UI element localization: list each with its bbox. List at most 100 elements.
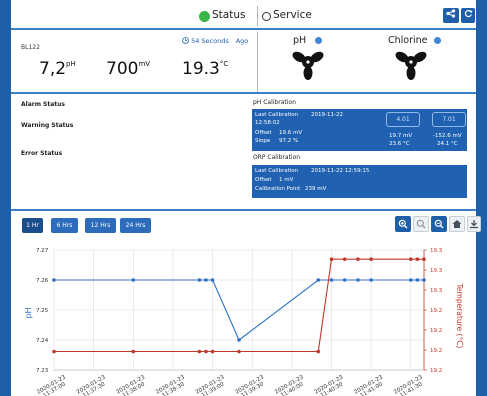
temp-value: 19.3 xyxy=(182,59,220,79)
x-tick-label: 2020-01-2311:37:30 xyxy=(76,374,110,396)
data-point-ph xyxy=(342,278,347,282)
mv-value: 700 xyxy=(106,59,139,79)
y-tick-label: 7.25 xyxy=(36,308,49,314)
data-point-temperature xyxy=(197,349,202,354)
sensor-label-ph: pH xyxy=(293,35,307,46)
buffer-4-01-button[interactable]: 4.01 xyxy=(386,112,420,127)
ph-reading: 7,2pH xyxy=(39,59,76,79)
temperature-reading: 19.3°C xyxy=(182,59,228,79)
range-button-12hrs[interactable]: 12 Hrs xyxy=(85,218,116,233)
ph-value: 7,2 xyxy=(39,59,67,79)
x-tick-label: 2020-01-2311:41:30 xyxy=(393,374,427,396)
ph-last-calibration-label: Last Calibration xyxy=(255,112,299,118)
pump-icon xyxy=(292,51,324,80)
mv-unit: mV xyxy=(138,60,151,68)
data-point-ph xyxy=(415,278,420,282)
warning-status-label: Warning Status xyxy=(21,122,74,129)
ph-last-calibration-date: 2019-11-22 xyxy=(311,112,343,118)
reset-zoom-button[interactable] xyxy=(449,216,465,232)
orp-last-calibration-value: 2019-11-22 12:59:15 xyxy=(311,168,370,174)
y-tick-label: 7.26 xyxy=(36,278,49,284)
zoom-in-icon xyxy=(398,219,408,229)
top-bar: Status Service xyxy=(11,0,476,30)
data-point-temperature xyxy=(329,257,334,262)
buffer1-temp: 23.6 °C xyxy=(389,141,410,147)
orp-offset-value: 1 mV xyxy=(279,177,294,183)
buffer2-mv: -152.6 mV xyxy=(433,133,462,139)
series-line-temperature xyxy=(54,258,424,353)
x-tick-label: 2020-01-2311:40:30 xyxy=(314,374,348,396)
home-icon xyxy=(452,220,462,228)
data-point-ph xyxy=(237,338,241,342)
data-point-temperature xyxy=(415,257,420,262)
readings-divider xyxy=(257,32,258,92)
range-button-1hr[interactable]: 1 Hr xyxy=(22,218,43,233)
buffer-7-01-button[interactable]: 7.01 xyxy=(432,112,466,127)
sensor-indicator-chlorine xyxy=(434,37,441,44)
orp-offset-label: Offset xyxy=(255,177,272,183)
y2-tick-label: 19.2 xyxy=(430,328,442,334)
pump-icon xyxy=(395,51,427,80)
status-indicator xyxy=(199,11,210,22)
data-point-ph xyxy=(316,278,321,282)
y2-tick-label: 19.2 xyxy=(430,368,442,374)
timer-suffix: Ago xyxy=(235,37,249,45)
data-point-temperature xyxy=(210,349,215,354)
share-settings-button[interactable] xyxy=(443,8,459,23)
data-point-ph xyxy=(204,278,208,282)
zoom-out-button[interactable] xyxy=(431,216,447,232)
y-tick-label: 7.27 xyxy=(36,248,49,254)
orp-calibration-title: ORP Calibration xyxy=(253,154,301,161)
data-point-temperature xyxy=(204,349,208,354)
y-tick-label: 7.23 xyxy=(36,368,49,374)
alarm-status-label: Alarm Status xyxy=(21,101,65,108)
device-name: BL122 xyxy=(21,44,40,51)
data-point-ph xyxy=(422,278,426,282)
x-tick-label: 2020-01-2311:41:00 xyxy=(353,374,387,396)
zoom-selection-button[interactable] xyxy=(413,216,429,232)
ph-temperature-chart[interactable]: 2020-01-2311:37:00 2020-01-2311:37:30 2020… xyxy=(11,240,476,396)
data-point-temperature xyxy=(131,349,136,354)
buffer2-temp: 24.1 °C xyxy=(437,141,458,147)
data-point-temperature xyxy=(316,349,321,354)
range-button-6hrs[interactable]: 6 Hrs xyxy=(51,218,78,233)
data-point-temperature xyxy=(237,349,241,354)
download-button[interactable] xyxy=(467,216,481,232)
buffer1-mv: 19.7 mV xyxy=(389,133,413,139)
error-status-label: Error Status xyxy=(21,150,63,157)
status-tab-label[interactable]: Status xyxy=(212,9,245,21)
data-point-ph xyxy=(408,278,413,282)
data-point-temperature xyxy=(52,349,56,354)
ph-unit: pH xyxy=(66,60,76,68)
data-point-ph xyxy=(356,278,360,282)
orp-point-label: Calibration Point xyxy=(255,186,301,192)
ph-calibration-panel: Last Calibration 2019-11-22 12:58:02 Off… xyxy=(252,109,467,151)
orp-reading: 700mV xyxy=(106,59,150,79)
share-settings-icon xyxy=(446,9,456,18)
ph-offset-label: Offset xyxy=(255,130,272,136)
zoom-out-icon xyxy=(434,219,444,229)
data-point-ph xyxy=(197,278,202,282)
service-tab-label[interactable]: Service xyxy=(273,9,312,21)
sensor-label-chlorine: Chlorine xyxy=(388,35,428,46)
orp-point-value: 239 mV xyxy=(305,186,327,192)
x-tick-label: 2020-01-2311:38:00 xyxy=(115,374,149,396)
y2-tick-label: 19.3 xyxy=(430,288,443,294)
x-tick-label: 2020-01-2311:39:30 xyxy=(234,374,268,396)
data-point-ph xyxy=(369,278,373,282)
zoom-in-button[interactable] xyxy=(395,216,411,232)
orp-calibration-panel: Last Calibration 2019-11-22 12:59:15 Off… xyxy=(252,165,467,198)
x-tick-label: 2020-01-2311:39:00 xyxy=(195,374,229,396)
orp-last-calibration-label: Last Calibration xyxy=(255,168,299,174)
ph-offset-value: 19.6 mV xyxy=(279,130,303,136)
x-tick-label: 2020-01-2311:37:00 xyxy=(36,374,70,396)
tab-divider xyxy=(257,6,258,26)
x-tick-label: 2020-01-2311:40:00 xyxy=(274,374,308,396)
dashboard-panel: Status Service BL122 54 Seconds Ago 7,2pH… xyxy=(11,0,481,396)
clock-icon xyxy=(182,37,189,44)
ph-last-calibration-time: 12:58:02 xyxy=(255,120,280,126)
y-tick-label: 7.24 xyxy=(36,338,49,344)
refresh-button[interactable] xyxy=(461,8,475,23)
range-button-24hrs[interactable]: 24 Hrs xyxy=(120,218,151,233)
service-radio[interactable] xyxy=(262,12,271,21)
